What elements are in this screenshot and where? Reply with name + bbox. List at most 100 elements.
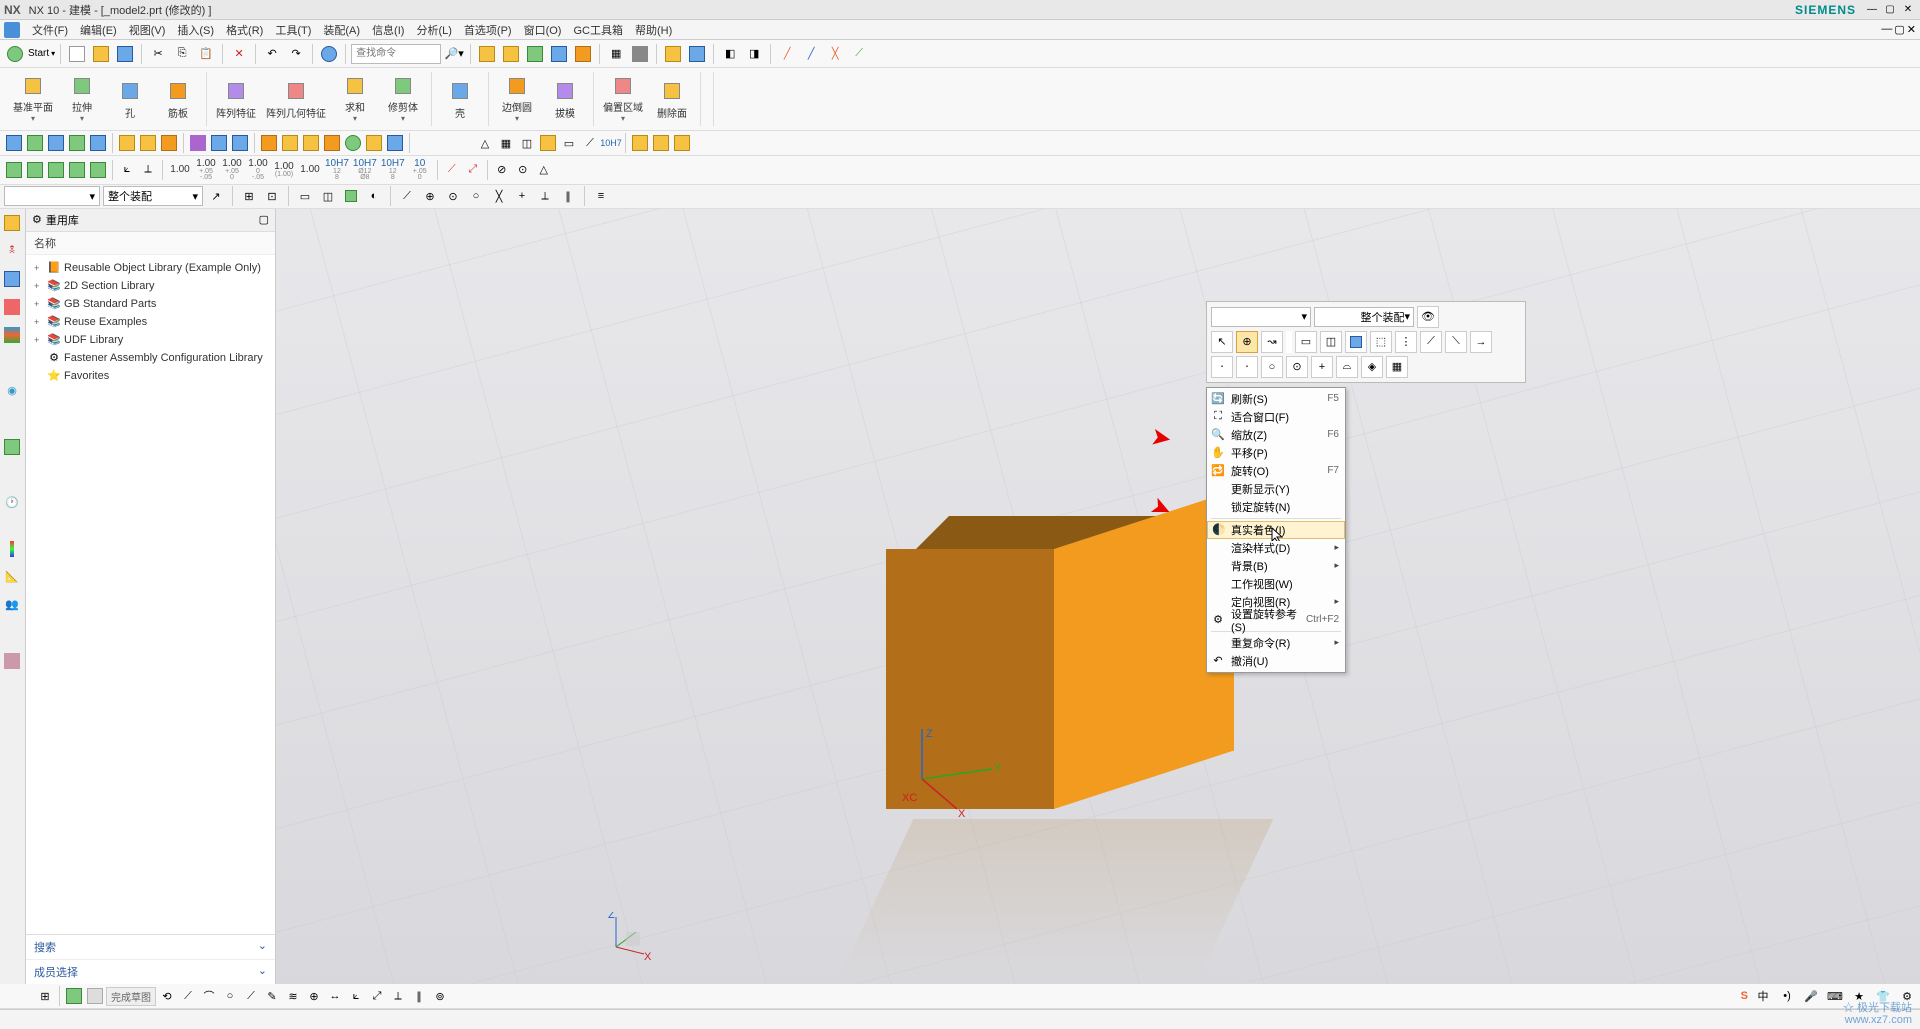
sm-b2[interactable]: ▦	[496, 133, 516, 153]
rail-people[interactable]: 👥	[2, 595, 22, 615]
float-filter-1[interactable]: ▾	[1211, 307, 1311, 327]
copy-button[interactable]: ⎘	[171, 43, 193, 65]
tree-item-1[interactable]: +📚2D Section Library	[32, 277, 269, 295]
float-filter-2[interactable]: 整个装配 ▾	[1314, 307, 1414, 327]
ribbon-基准平面[interactable]: 基准平面▾	[10, 72, 56, 126]
open-button[interactable]	[90, 43, 112, 65]
float-line1[interactable]: ⟋	[1420, 331, 1442, 353]
bt-2[interactable]	[64, 986, 84, 1006]
sm-a14[interactable]	[301, 133, 321, 153]
ime-punct[interactable]: •)	[1778, 988, 1796, 1004]
sm-a3[interactable]	[46, 133, 66, 153]
tree-item-6[interactable]: ⭐Favorites	[32, 367, 269, 385]
save-button[interactable]	[114, 43, 136, 65]
float-more[interactable]: ⋮	[1395, 331, 1417, 353]
sel-t16[interactable]: ≡	[591, 186, 611, 206]
ime-mic[interactable]: 🎤	[1802, 988, 1820, 1004]
sm-b3[interactable]: ◫	[517, 133, 537, 153]
sel-t5[interactable]: ◫	[318, 186, 338, 206]
float-misc1[interactable]: ⌓	[1336, 356, 1358, 378]
sm-b9[interactable]	[651, 133, 671, 153]
sm-b10[interactable]	[672, 133, 692, 153]
sel-t11[interactable]: ○	[466, 186, 486, 206]
rail-reuse[interactable]	[2, 297, 22, 317]
sel-t3[interactable]: ⊡	[262, 186, 282, 206]
ribbon-筋板[interactable]: 筋板	[156, 72, 200, 126]
tb-misc-2[interactable]	[500, 43, 522, 65]
tb-line-3[interactable]: ╳	[824, 43, 846, 65]
sm-a8[interactable]	[159, 133, 179, 153]
bt-10[interactable]: ≋	[283, 986, 303, 1006]
bt-17[interactable]: ⊚	[430, 986, 450, 1006]
dim-value-6[interactable]: 10H7128	[323, 158, 351, 182]
float-pt2[interactable]: ⋅	[1236, 356, 1258, 378]
panel-settings-icon[interactable]: ⚙	[32, 213, 42, 226]
menu-gctoolbox[interactable]: GC工具箱	[567, 20, 629, 40]
sm-a2[interactable]	[25, 133, 45, 153]
cut-button[interactable]: ✂	[147, 43, 169, 65]
float-iso[interactable]: ⬚	[1370, 331, 1392, 353]
ctx-平移(P)[interactable]: ✋平移(P)	[1207, 444, 1345, 462]
ribbon-孔[interactable]: 孔	[108, 72, 152, 126]
float-face[interactable]: ◫	[1320, 331, 1342, 353]
sel-t1[interactable]: ↗	[206, 186, 226, 206]
doc-restore-button[interactable]: ▢	[1894, 23, 1904, 36]
start-menu-button[interactable]	[4, 43, 26, 65]
menu-preferences[interactable]: 首选项(P)	[458, 20, 518, 40]
ctx-更新显示(Y)[interactable]: 更新显示(Y)	[1207, 480, 1345, 498]
sm-a13[interactable]	[280, 133, 300, 153]
dim-btn-7[interactable]: ⟂	[138, 160, 158, 180]
command-search-input[interactable]	[351, 44, 441, 64]
dim-btn-6[interactable]: ⟀	[117, 160, 137, 180]
sel-filter-2[interactable]: 整个装配▾	[103, 186, 203, 206]
sm-b6[interactable]: ⟋	[580, 133, 600, 153]
tree-item-2[interactable]: +📚GB Standard Parts	[32, 295, 269, 313]
ctx-撤消(U)[interactable]: ↶撤消(U)	[1207, 652, 1345, 670]
doc-close-button[interactable]: ✕	[1907, 23, 1916, 36]
float-arrow[interactable]: →	[1470, 331, 1492, 353]
ctx-缩放(Z)[interactable]: 🔍缩放(Z)F6	[1207, 426, 1345, 444]
sel-t8[interactable]: ⟋	[397, 186, 417, 206]
bt-13[interactable]: ⟀	[346, 986, 366, 1006]
ime-lang[interactable]: 中	[1754, 988, 1772, 1004]
dim-tool-2[interactable]: ⤢	[463, 160, 483, 180]
sel-t12[interactable]: ╳	[489, 186, 509, 206]
maximize-button[interactable]: ▢	[1882, 3, 1898, 17]
sel-t6[interactable]	[341, 186, 361, 206]
sm-a10[interactable]	[209, 133, 229, 153]
redo-button[interactable]: ↷	[285, 43, 307, 65]
rail-history[interactable]	[2, 437, 22, 457]
tb-misc-4[interactable]	[548, 43, 570, 65]
float-plus[interactable]: +	[1311, 356, 1333, 378]
tb-misc-8[interactable]: ◧	[719, 43, 741, 65]
ribbon-拉伸[interactable]: 拉伸▾	[60, 72, 104, 126]
sm-b8[interactable]	[630, 133, 650, 153]
sm-a5[interactable]	[88, 133, 108, 153]
tb-misc-1[interactable]	[476, 43, 498, 65]
ime-logo[interactable]: S	[1741, 990, 1748, 1002]
dim-tool-1[interactable]: ⟋	[442, 160, 462, 180]
sel-t10[interactable]: ⊙	[443, 186, 463, 206]
ctx-设置旋转参考(S)[interactable]: ⚙设置旋转参考(S)Ctrl+F2	[1207, 611, 1345, 629]
sm-a1[interactable]	[4, 133, 24, 153]
rail-web[interactable]: ◉	[2, 381, 22, 401]
dim-value-4[interactable]: 1.00(1.00)	[271, 161, 297, 178]
ctx-工作视图(W)[interactable]: 工作视图(W)	[1207, 575, 1345, 593]
doc-minimize-button[interactable]: —	[1881, 23, 1892, 36]
dim-value-0[interactable]: 1.00	[167, 164, 193, 175]
sel-t2[interactable]: ⊞	[239, 186, 259, 206]
new-button[interactable]	[66, 43, 88, 65]
tb-misc-6[interactable]	[662, 43, 684, 65]
ctx-适合窗口(F)[interactable]: ⛶适合窗口(F)	[1207, 408, 1345, 426]
sel-t13[interactable]: +	[512, 186, 532, 206]
menu-file[interactable]: 文件(F)	[26, 20, 74, 40]
sm-a11[interactable]	[230, 133, 250, 153]
float-line2[interactable]: ⟍	[1445, 331, 1467, 353]
ctx-锁定旋转(N)[interactable]: 锁定旋转(N)	[1207, 498, 1345, 516]
sidebar-search[interactable]: 搜索⌄	[26, 935, 275, 960]
menu-assembly[interactable]: 装配(A)	[317, 20, 366, 40]
rail-colorbar[interactable]	[2, 539, 22, 559]
search-toggle[interactable]: 🔎▾	[443, 43, 465, 65]
float-select-chain[interactable]: ↝	[1261, 331, 1283, 353]
rail-timer[interactable]: 🕐	[2, 493, 22, 513]
